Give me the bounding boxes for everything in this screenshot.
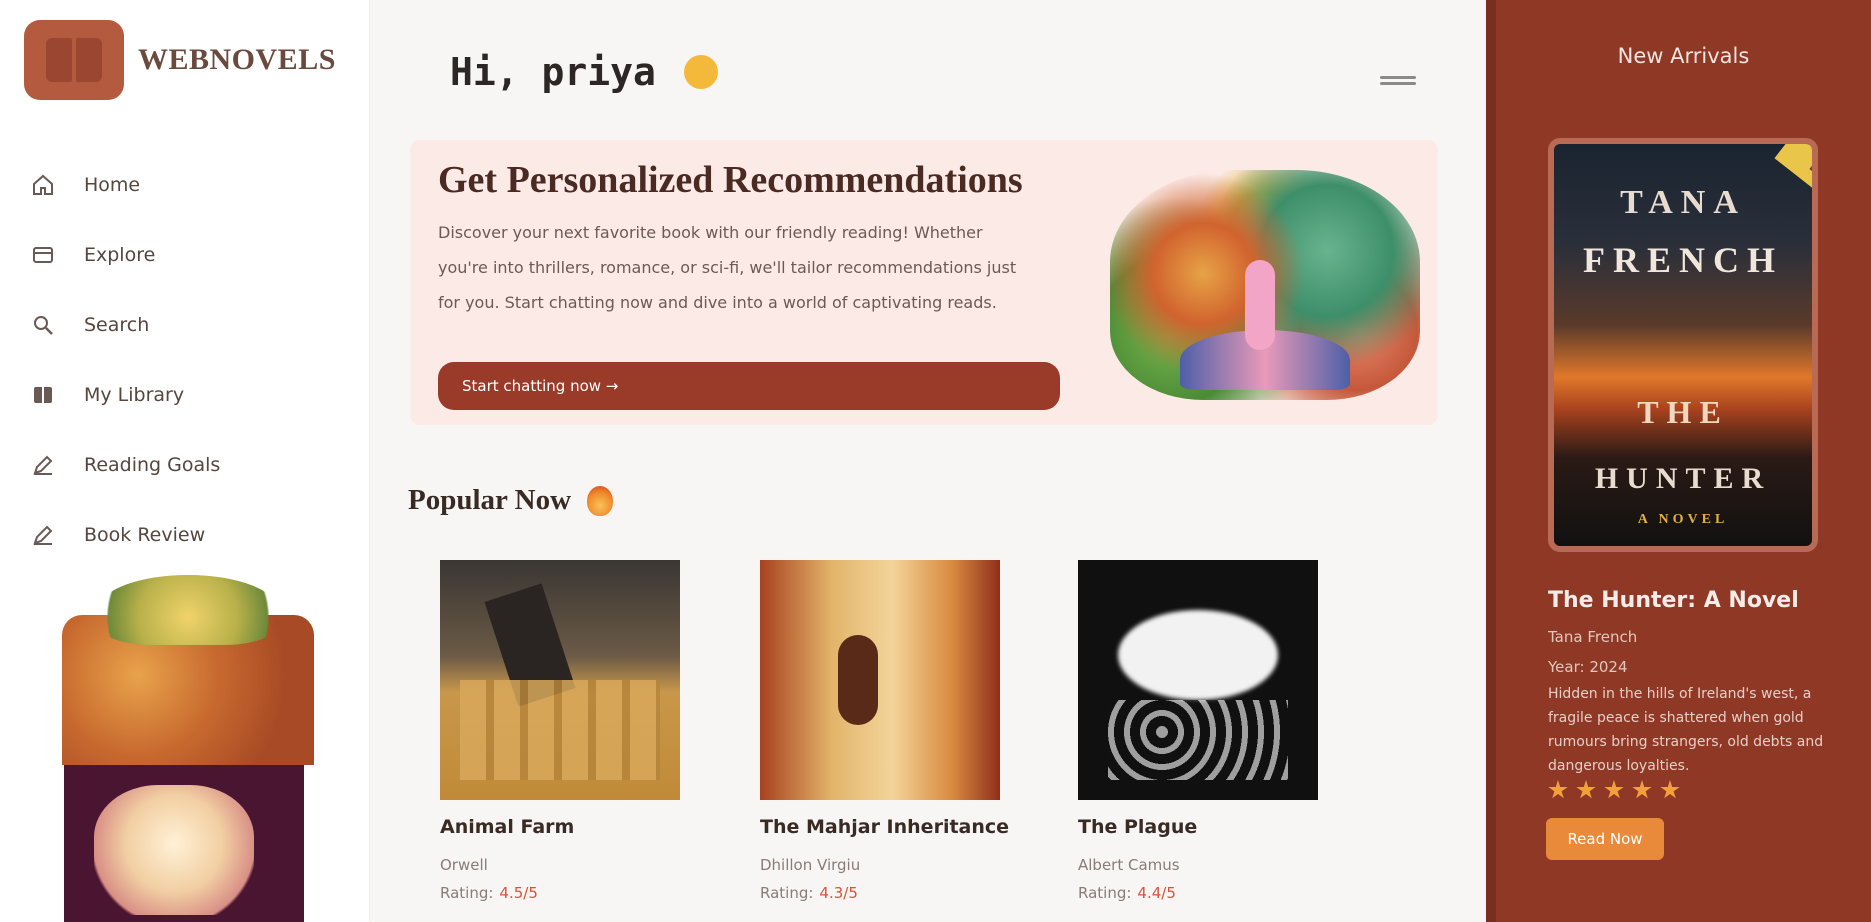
book-card[interactable]: The Plague Albert Camus Rating: 4.4/5 bbox=[1078, 560, 1318, 922]
sidebar-item-label: Explore bbox=[84, 244, 156, 266]
popular-books-list: Animal Farm Orwell Rating: 4.5/5 The Mahj… bbox=[440, 560, 1440, 922]
featured-description: Hidden in the hills of Ireland's west, a… bbox=[1548, 686, 1824, 774]
popular-section-title: Popular Now bbox=[408, 484, 614, 517]
book-rating: Rating: 4.5/5 bbox=[440, 884, 538, 902]
read-now-button[interactable]: Read Now bbox=[1546, 818, 1664, 860]
sidebar: WEBNOVELS Home Explore Search My Library… bbox=[0, 0, 370, 922]
fire-icon bbox=[587, 485, 614, 516]
book-cover[interactable] bbox=[1078, 560, 1318, 800]
sidebar-item-search[interactable]: Search bbox=[30, 290, 340, 360]
sidebar-item-label: Search bbox=[84, 314, 150, 336]
recommendations-title: Get Personalized Recommendations bbox=[438, 159, 1023, 201]
sidebar-item-label: Reading Goals bbox=[84, 454, 221, 476]
book-cover[interactable] bbox=[760, 560, 1000, 800]
sidebar-item-label: My Library bbox=[84, 384, 185, 406]
book-author: Orwell bbox=[440, 856, 488, 874]
sidebar-illustration bbox=[58, 575, 318, 922]
explore-icon bbox=[30, 242, 56, 268]
sidebar-nav: Home Explore Search My Library Reading G… bbox=[30, 150, 340, 570]
start-chatting-button[interactable]: Start chatting now → bbox=[438, 362, 1060, 410]
book-author: Albert Camus bbox=[1078, 856, 1180, 874]
reading-illustration bbox=[1110, 170, 1420, 400]
featured-title: The Hunter: A Novel bbox=[1548, 588, 1799, 613]
book-logo-icon bbox=[24, 20, 124, 100]
featured-author: Tana French bbox=[1548, 628, 1638, 646]
star-icon bbox=[1576, 780, 1596, 799]
book-title: The Mahjar Inheritance bbox=[760, 816, 1010, 838]
star-icon bbox=[1548, 780, 1568, 799]
main-content: Hi, priya Get Personalized Recommendatio… bbox=[370, 0, 1486, 922]
cover-title-line: HUNTER bbox=[1594, 462, 1772, 495]
book-title: Animal Farm bbox=[440, 816, 575, 838]
menu-icon[interactable] bbox=[1380, 76, 1416, 85]
sidebar-item-reading-goals[interactable]: Reading Goals bbox=[30, 430, 340, 500]
logo[interactable]: WEBNOVELS bbox=[24, 20, 336, 100]
app-root: WEBNOVELS Home Explore Search My Library… bbox=[0, 0, 1871, 922]
sidebar-item-label: Home bbox=[84, 174, 141, 196]
cover-author-line: FRENCH bbox=[1583, 240, 1783, 280]
book-card[interactable]: The Mahjar Inheritance Dhillon Virgiu Ra… bbox=[760, 560, 1009, 922]
library-icon bbox=[30, 382, 56, 408]
search-icon bbox=[30, 312, 56, 338]
greeting-text: Hi, priya bbox=[450, 50, 656, 94]
book-author: Dhillon Virgiu bbox=[760, 856, 861, 874]
star-icon bbox=[1660, 780, 1680, 799]
sidebar-item-explore[interactable]: Explore bbox=[30, 220, 340, 290]
sidebar-item-book-review[interactable]: Book Review bbox=[30, 500, 340, 570]
greeting: Hi, priya bbox=[450, 50, 718, 94]
book-title: The Plague bbox=[1078, 816, 1198, 838]
featured-heading: New Arrivals bbox=[1617, 44, 1750, 68]
book-cover[interactable] bbox=[440, 560, 680, 800]
popular-title: Popular Now bbox=[408, 484, 572, 516]
sidebar-item-library[interactable]: My Library bbox=[30, 360, 340, 430]
star-icon bbox=[1604, 780, 1624, 799]
featured-book-cover[interactable]: TANA FRENCH THE HUNTER A NOVEL BESTSELLE… bbox=[1548, 138, 1818, 552]
cover-tagline: A NOVEL bbox=[1637, 512, 1729, 527]
book-rating: Rating: 4.4/5 bbox=[1078, 884, 1176, 902]
sidebar-item-home[interactable]: Home bbox=[30, 150, 340, 220]
recommendations-banner: Get Personalized Recommendations Discove… bbox=[410, 140, 1438, 425]
featured-panel: New Arrivals TANA FRENCH THE HUNTER A NO… bbox=[1486, 0, 1871, 922]
sidebar-item-label: Book Review bbox=[84, 524, 206, 546]
star-icon bbox=[1632, 780, 1652, 799]
pen-icon bbox=[30, 452, 56, 478]
cover-author-line: TANA bbox=[1620, 184, 1746, 221]
recommendations-description: Discover your next favorite book with ou… bbox=[438, 223, 1017, 312]
sun-icon bbox=[683, 55, 718, 89]
book-card[interactable]: Animal Farm Orwell Rating: 4.5/5 bbox=[440, 560, 680, 922]
book-rating: Rating: 4.3/5 bbox=[760, 884, 858, 902]
pen-icon bbox=[30, 522, 56, 548]
logo-text: WEBNOVELS bbox=[138, 43, 336, 76]
cover-title-line: THE bbox=[1637, 394, 1729, 430]
featured-meta: Tana French Year: 2024 bbox=[1548, 622, 1637, 682]
home-icon bbox=[30, 172, 56, 198]
featured-year: Year: 2024 bbox=[1548, 658, 1628, 676]
featured-rating-stars bbox=[1548, 780, 1688, 800]
